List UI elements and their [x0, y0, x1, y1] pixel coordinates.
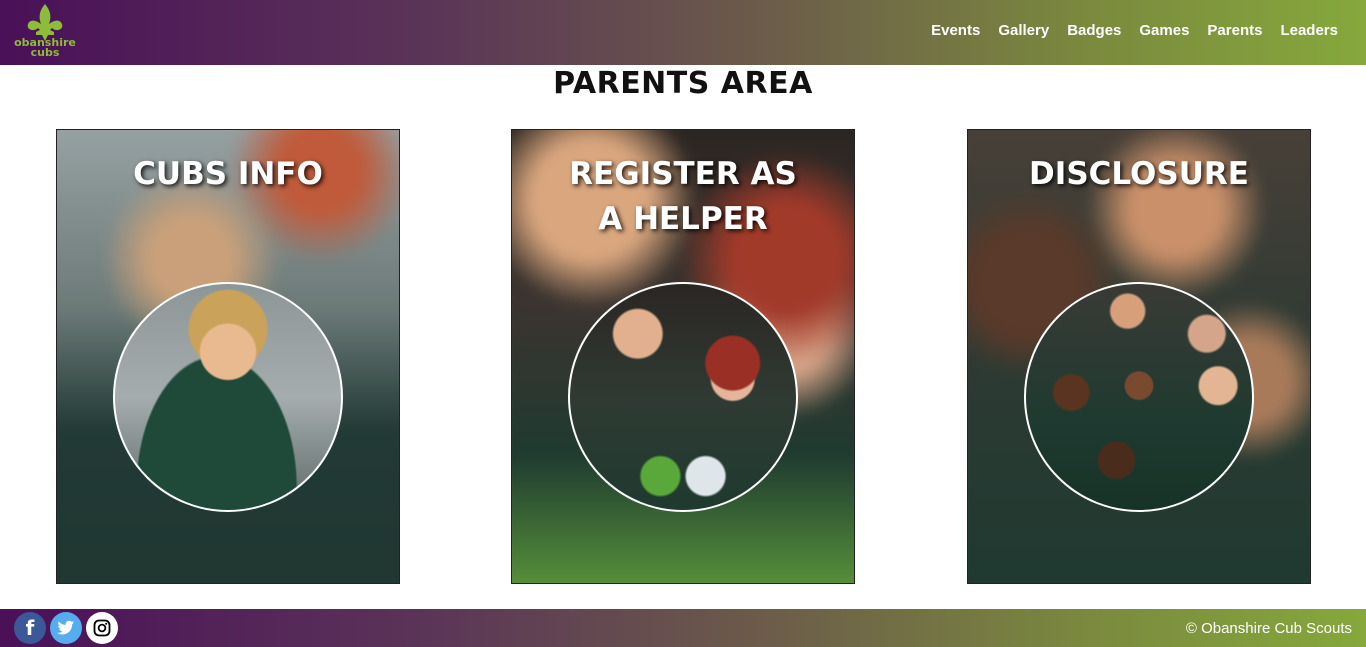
- nav-item-leaders[interactable]: Leaders: [1280, 22, 1338, 39]
- nav-item-events[interactable]: Events: [931, 22, 980, 39]
- page-title: PARENTS AREA: [553, 66, 813, 101]
- facebook-icon[interactable]: f: [14, 612, 46, 644]
- instagram-icon[interactable]: [86, 612, 118, 644]
- instagram-camera-icon: [93, 619, 111, 637]
- card-cubs-info[interactable]: CUBS INFO: [56, 129, 400, 584]
- nav-item-badges[interactable]: Badges: [1067, 22, 1121, 39]
- site-header: obanshire cubs Events Gallery Badges Gam…: [0, 0, 1366, 65]
- site-footer: f © Obanshire Cub Scouts: [0, 609, 1366, 647]
- twitter-bird-icon: [57, 620, 75, 635]
- nav-item-games[interactable]: Games: [1139, 22, 1189, 39]
- card-disclosure[interactable]: DISCLOSURE: [967, 129, 1311, 584]
- card-photo: [568, 282, 798, 512]
- nav-item-parents[interactable]: Parents: [1207, 22, 1262, 39]
- card-title: DISCLOSURE: [1029, 156, 1249, 192]
- logo-text-line2: cubs: [30, 46, 60, 59]
- copyright-text: © Obanshire Cub Scouts: [1185, 620, 1352, 637]
- card-register-helper[interactable]: REGISTER AS A HELPER: [511, 129, 855, 584]
- card-title: CUBS INFO: [133, 156, 323, 192]
- social-links: f: [14, 612, 118, 644]
- main-nav: Events Gallery Badges Games Parents Lead…: [931, 22, 1338, 39]
- logo-text: obanshire cubs: [10, 37, 80, 59]
- site-logo[interactable]: obanshire cubs: [10, 2, 80, 62]
- card-photo: [113, 282, 343, 512]
- twitter-icon[interactable]: [50, 612, 82, 644]
- card-title: REGISTER AS A HELPER: [569, 156, 797, 237]
- nav-item-gallery[interactable]: Gallery: [998, 22, 1049, 39]
- card-photo: [1024, 282, 1254, 512]
